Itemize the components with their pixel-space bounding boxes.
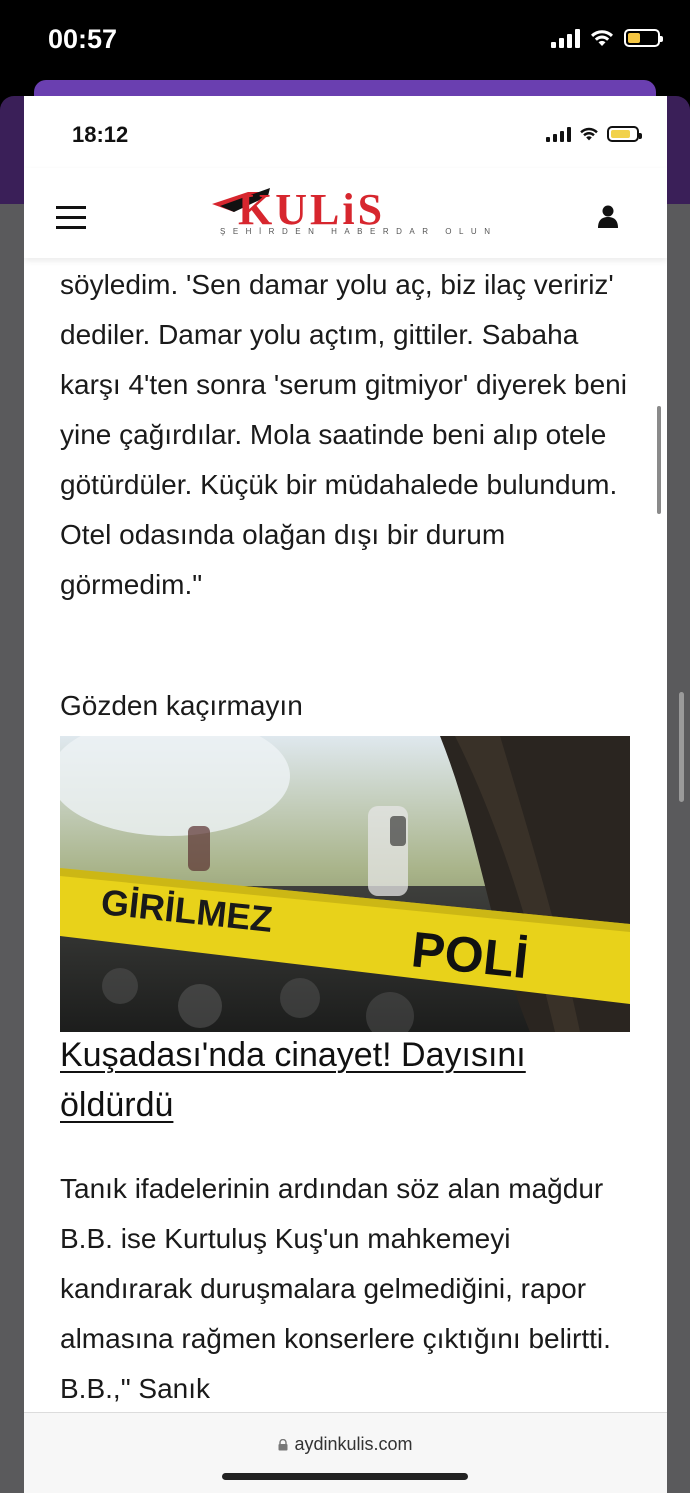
browser-bottom-bar: aydinkulis.com xyxy=(24,1412,667,1493)
article-paragraph: söyledim. 'Sen damar yolu aç, biz ilaç v… xyxy=(60,269,627,600)
screenshot-card: 18:12 KULiS ŞEHİRDEN HABERDAR OLUN söyle… xyxy=(24,96,667,1493)
inner-status-time: 18:12 xyxy=(72,122,129,147)
lock-icon xyxy=(278,1439,288,1451)
outer-status-bar: 00:57 xyxy=(0,0,690,82)
battery-icon xyxy=(607,126,642,142)
background-dim-right xyxy=(666,204,690,1493)
battery-icon xyxy=(624,29,663,47)
url-bar[interactable]: aydinkulis.com xyxy=(24,1434,667,1455)
cellular-signal-icon xyxy=(551,28,580,48)
related-article-headline-link[interactable]: Kuşadası'nda cinayet! Dayısını öldürdü xyxy=(60,1030,640,1130)
wifi-icon xyxy=(580,127,598,141)
wifi-icon xyxy=(591,30,613,46)
site-header: KULiS ŞEHİRDEN HABERDAR OLUN xyxy=(24,168,667,258)
outer-status-icons xyxy=(551,28,663,48)
logo-tagline: ŞEHİRDEN HABERDAR OLUN xyxy=(220,227,498,236)
menu-icon[interactable] xyxy=(56,206,86,230)
section-label: Gözden kaçırmayın xyxy=(60,690,303,721)
outer-status-time: 00:57 xyxy=(48,24,118,54)
url-text: aydinkulis.com xyxy=(294,1434,413,1454)
cellular-signal-icon xyxy=(546,126,571,142)
background-dim-left xyxy=(0,204,24,1493)
inner-status-icons xyxy=(546,126,642,142)
user-account-icon[interactable] xyxy=(597,204,619,228)
article-paragraph: Tanık ifadelerinin ardından söz alan mağ… xyxy=(60,1173,611,1404)
home-indicator[interactable] xyxy=(222,1473,468,1480)
outer-scrollbar[interactable] xyxy=(679,692,684,802)
news-image[interactable]: GİRİLMEZ POLİ xyxy=(60,736,630,1032)
inner-status-bar: 18:12 xyxy=(24,96,667,168)
inner-scrollbar[interactable] xyxy=(657,406,661,514)
